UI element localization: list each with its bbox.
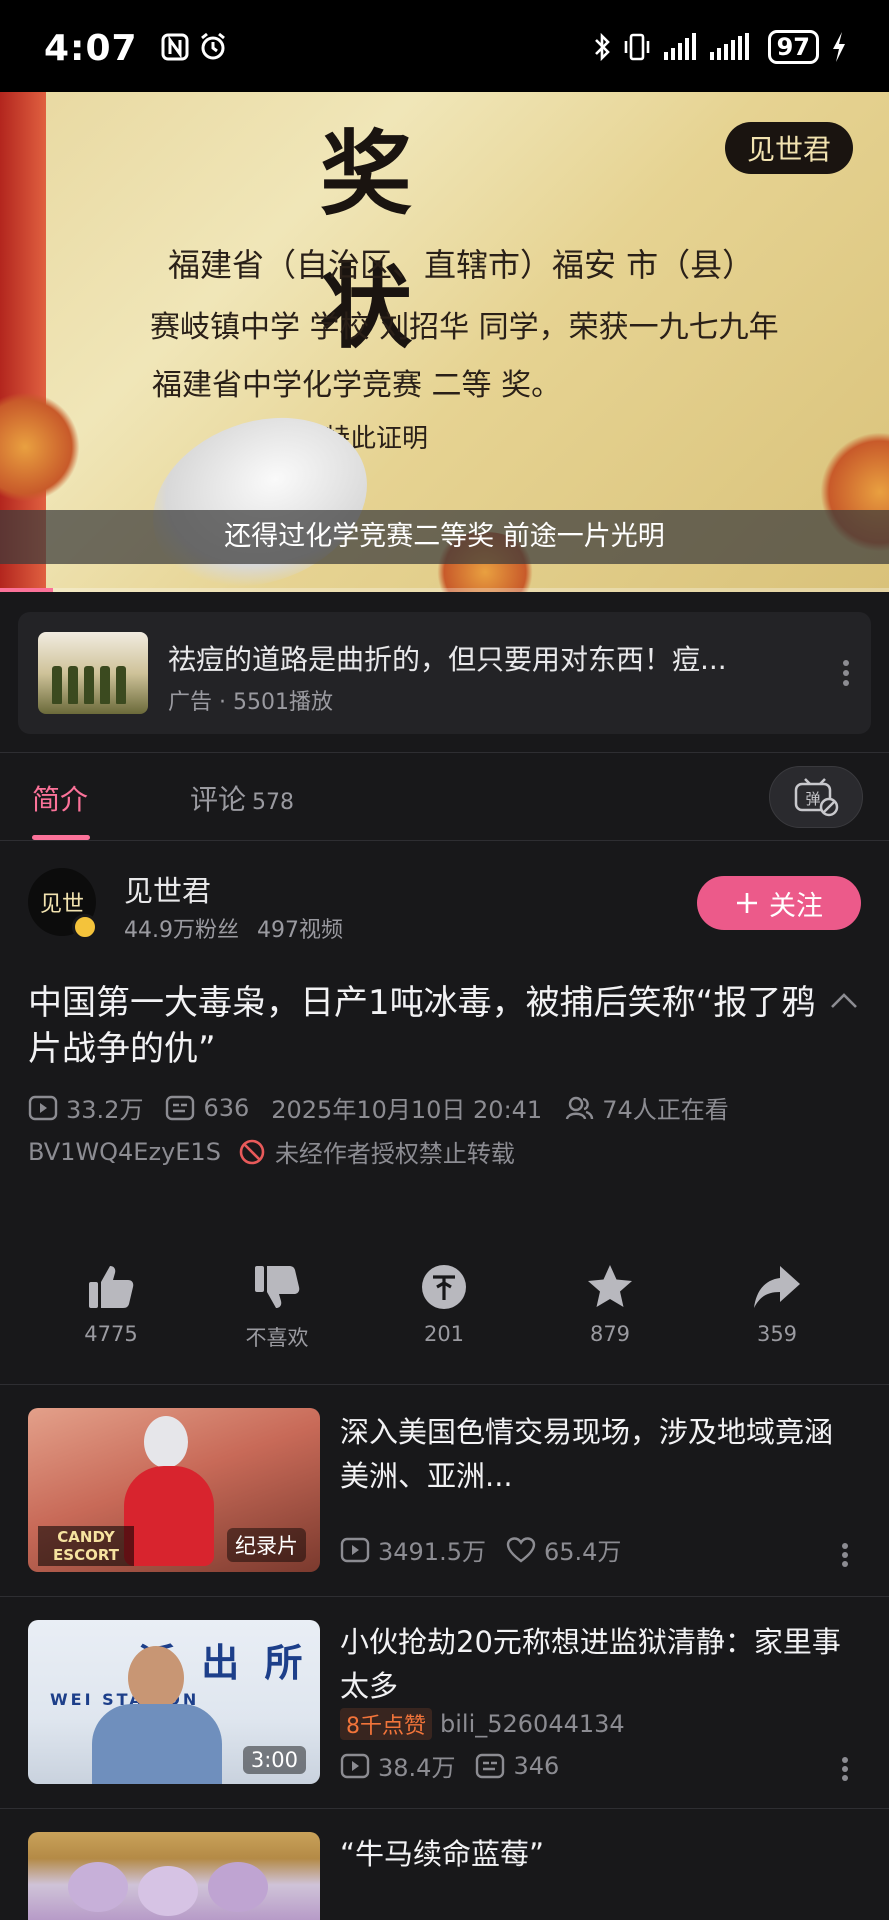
more-icon[interactable] [841, 1542, 849, 1568]
video-title: 中国第一大毒枭，日产1吨冰毒，被捕后笑称“报了鸦片战争的仇” [28, 983, 816, 1069]
view-count: 3491.5万 [378, 1538, 486, 1566]
danmaku-count-icon [166, 1095, 195, 1120]
channel-watermark: 见世君 [724, 122, 853, 174]
danmaku-count: 346 [513, 1751, 560, 1780]
watching-count: 74人正在看 [602, 1096, 729, 1124]
favorite-button[interactable]: 879 [545, 1262, 675, 1346]
video-progress-bar[interactable] [0, 588, 889, 592]
tab-bar: 简介 评论 578 弹 [0, 752, 889, 842]
like-count: 65.4万 [543, 1538, 622, 1566]
coin-button[interactable]: 201 [379, 1262, 509, 1346]
uploader-stats: 44.9万粉丝 497视频 [124, 912, 343, 944]
thumbs-down-icon [255, 1266, 300, 1308]
video-subtitle: 还得过化学竞赛二等奖 前途一片光明 [0, 510, 889, 564]
author-name: bili_526044134 [440, 1710, 625, 1738]
tab-comments-label: 评论 [190, 783, 247, 816]
recommended-meta: 3491.5万 65.4万 [340, 1532, 621, 1567]
duration-badge: 3:00 [242, 1746, 306, 1774]
signal-icon [663, 33, 696, 60]
ad-meta: 广告 · 5501播放 [168, 690, 333, 715]
bluetooth-icon [594, 32, 610, 62]
vibrate-icon [624, 33, 649, 61]
danmaku-toggle-button[interactable]: 弹 [769, 766, 863, 828]
status-bar: 4:07 97 [0, 0, 889, 92]
publish-date: 2025年10月10日 20:41 [271, 1096, 543, 1124]
more-icon[interactable] [841, 658, 851, 688]
collapse-icon[interactable] [829, 990, 859, 1010]
dislike-button[interactable]: 不喜欢 [212, 1262, 342, 1352]
thumbnail-text: CANDY ESCORT [38, 1526, 134, 1566]
no-repost-icon [239, 1139, 265, 1164]
tab-comments[interactable]: 评论 578 [190, 778, 294, 818]
ad-thumbnail [38, 632, 148, 714]
video-id-row: BV1WQ4EzyE1S 未经作者授权禁止转载 [28, 1134, 515, 1169]
view-count: 33.2万 [66, 1096, 144, 1124]
more-icon[interactable] [841, 1756, 849, 1782]
danmaku-count: 636 [203, 1093, 250, 1122]
tab-intro[interactable]: 简介 [32, 778, 88, 818]
viewers-icon [566, 1096, 594, 1119]
nfc-icon [161, 33, 189, 61]
play-count-icon [340, 1537, 370, 1562]
alarm-icon [201, 32, 225, 60]
recommended-title: “牛马续命蓝莓” [340, 1837, 545, 1871]
view-count: 38.4万 [378, 1754, 456, 1782]
recommended-thumbnail: 派 出 所 WEI STATION 3:00 [28, 1620, 320, 1784]
coin-count: 201 [423, 1322, 465, 1346]
recommended-thumbnail [28, 1832, 320, 1920]
play-count-icon [340, 1753, 370, 1778]
recommended-meta: 38.4万 346 [340, 1748, 559, 1783]
video-player[interactable]: 奖 状 见世君 福建省（自治区、直辖市）福安 市（县） 赛岐镇中学 学校 刘招华… [0, 92, 889, 592]
plus-icon [737, 893, 757, 913]
like-button[interactable]: 4775 [46, 1262, 176, 1346]
recommended-thumbnail: CANDY ESCORT 纪录片 [28, 1408, 320, 1572]
action-bar: 4775 不喜欢 201 879 359 [0, 1262, 889, 1362]
status-time: 4:07 [44, 28, 138, 69]
heart-icon [506, 1536, 536, 1562]
signal-icon [709, 33, 749, 60]
follow-button[interactable]: 关注 [697, 876, 861, 930]
video-progress-fill [0, 588, 54, 592]
recommended-title: 深入美国色情交易现场，涉及地域竟涵美洲、亚洲... [340, 1415, 834, 1493]
share-icon [754, 1266, 800, 1308]
certificate-line: 福建省中学化学竞赛 二等 奖。 [152, 368, 562, 403]
comments-count: 578 [252, 790, 295, 815]
uploader-name[interactable]: 见世君 [124, 868, 211, 910]
recommended-title: 小伙抢劫20元称想进监狱清静：家里事太多 [340, 1625, 841, 1703]
share-count: 359 [756, 1322, 798, 1346]
verified-badge-icon [72, 914, 98, 940]
coin-icon [422, 1265, 466, 1309]
share-button[interactable]: 359 [712, 1262, 842, 1346]
category-badge: 纪录片 [227, 1528, 306, 1562]
hot-tag: 8千点赞 [340, 1708, 432, 1740]
thumbs-up-icon [89, 1266, 134, 1308]
battery-indicator: 97 [767, 30, 819, 64]
favorite-count: 879 [589, 1322, 631, 1346]
recommended-author-row: 8千点赞 bili_526044134 [340, 1708, 625, 1740]
avatar-text: 见世 [39, 892, 84, 917]
certificate-line: 福建省（自治区、直辖市）福安 市（县） [168, 246, 755, 284]
repost-notice: 未经作者授权禁止转载 [274, 1140, 515, 1168]
uploader-videos: 497视频 [257, 918, 343, 943]
uploader-fans: 44.9万粉丝 [124, 918, 239, 943]
danmaku-off-icon: 弹 [794, 778, 839, 817]
follow-label: 关注 [769, 890, 823, 922]
certificate-line: 赛岐镇中学 学校 刘招华 同学，荣获一九七九年 [150, 310, 779, 345]
like-count: 4775 [84, 1322, 138, 1346]
svg-text:弹: 弹 [805, 790, 820, 808]
dislike-label: 不喜欢 [245, 1326, 309, 1350]
video-stats: 33.2万 636 2025年10月10日 20:41 74人正在看 [28, 1090, 729, 1125]
danmaku-count-icon [476, 1753, 505, 1778]
video-bvid: BV1WQ4EzyE1S [28, 1137, 221, 1166]
charging-icon [833, 32, 845, 62]
play-count-icon [28, 1095, 58, 1120]
star-icon [588, 1265, 632, 1307]
ad-card[interactable]: 祛痘的道路是曲折的，但只要用对东西！痘... 广告 · 5501播放 [18, 612, 871, 734]
ad-title: 祛痘的道路是曲折的，但只要用对东西！痘... [168, 643, 727, 676]
